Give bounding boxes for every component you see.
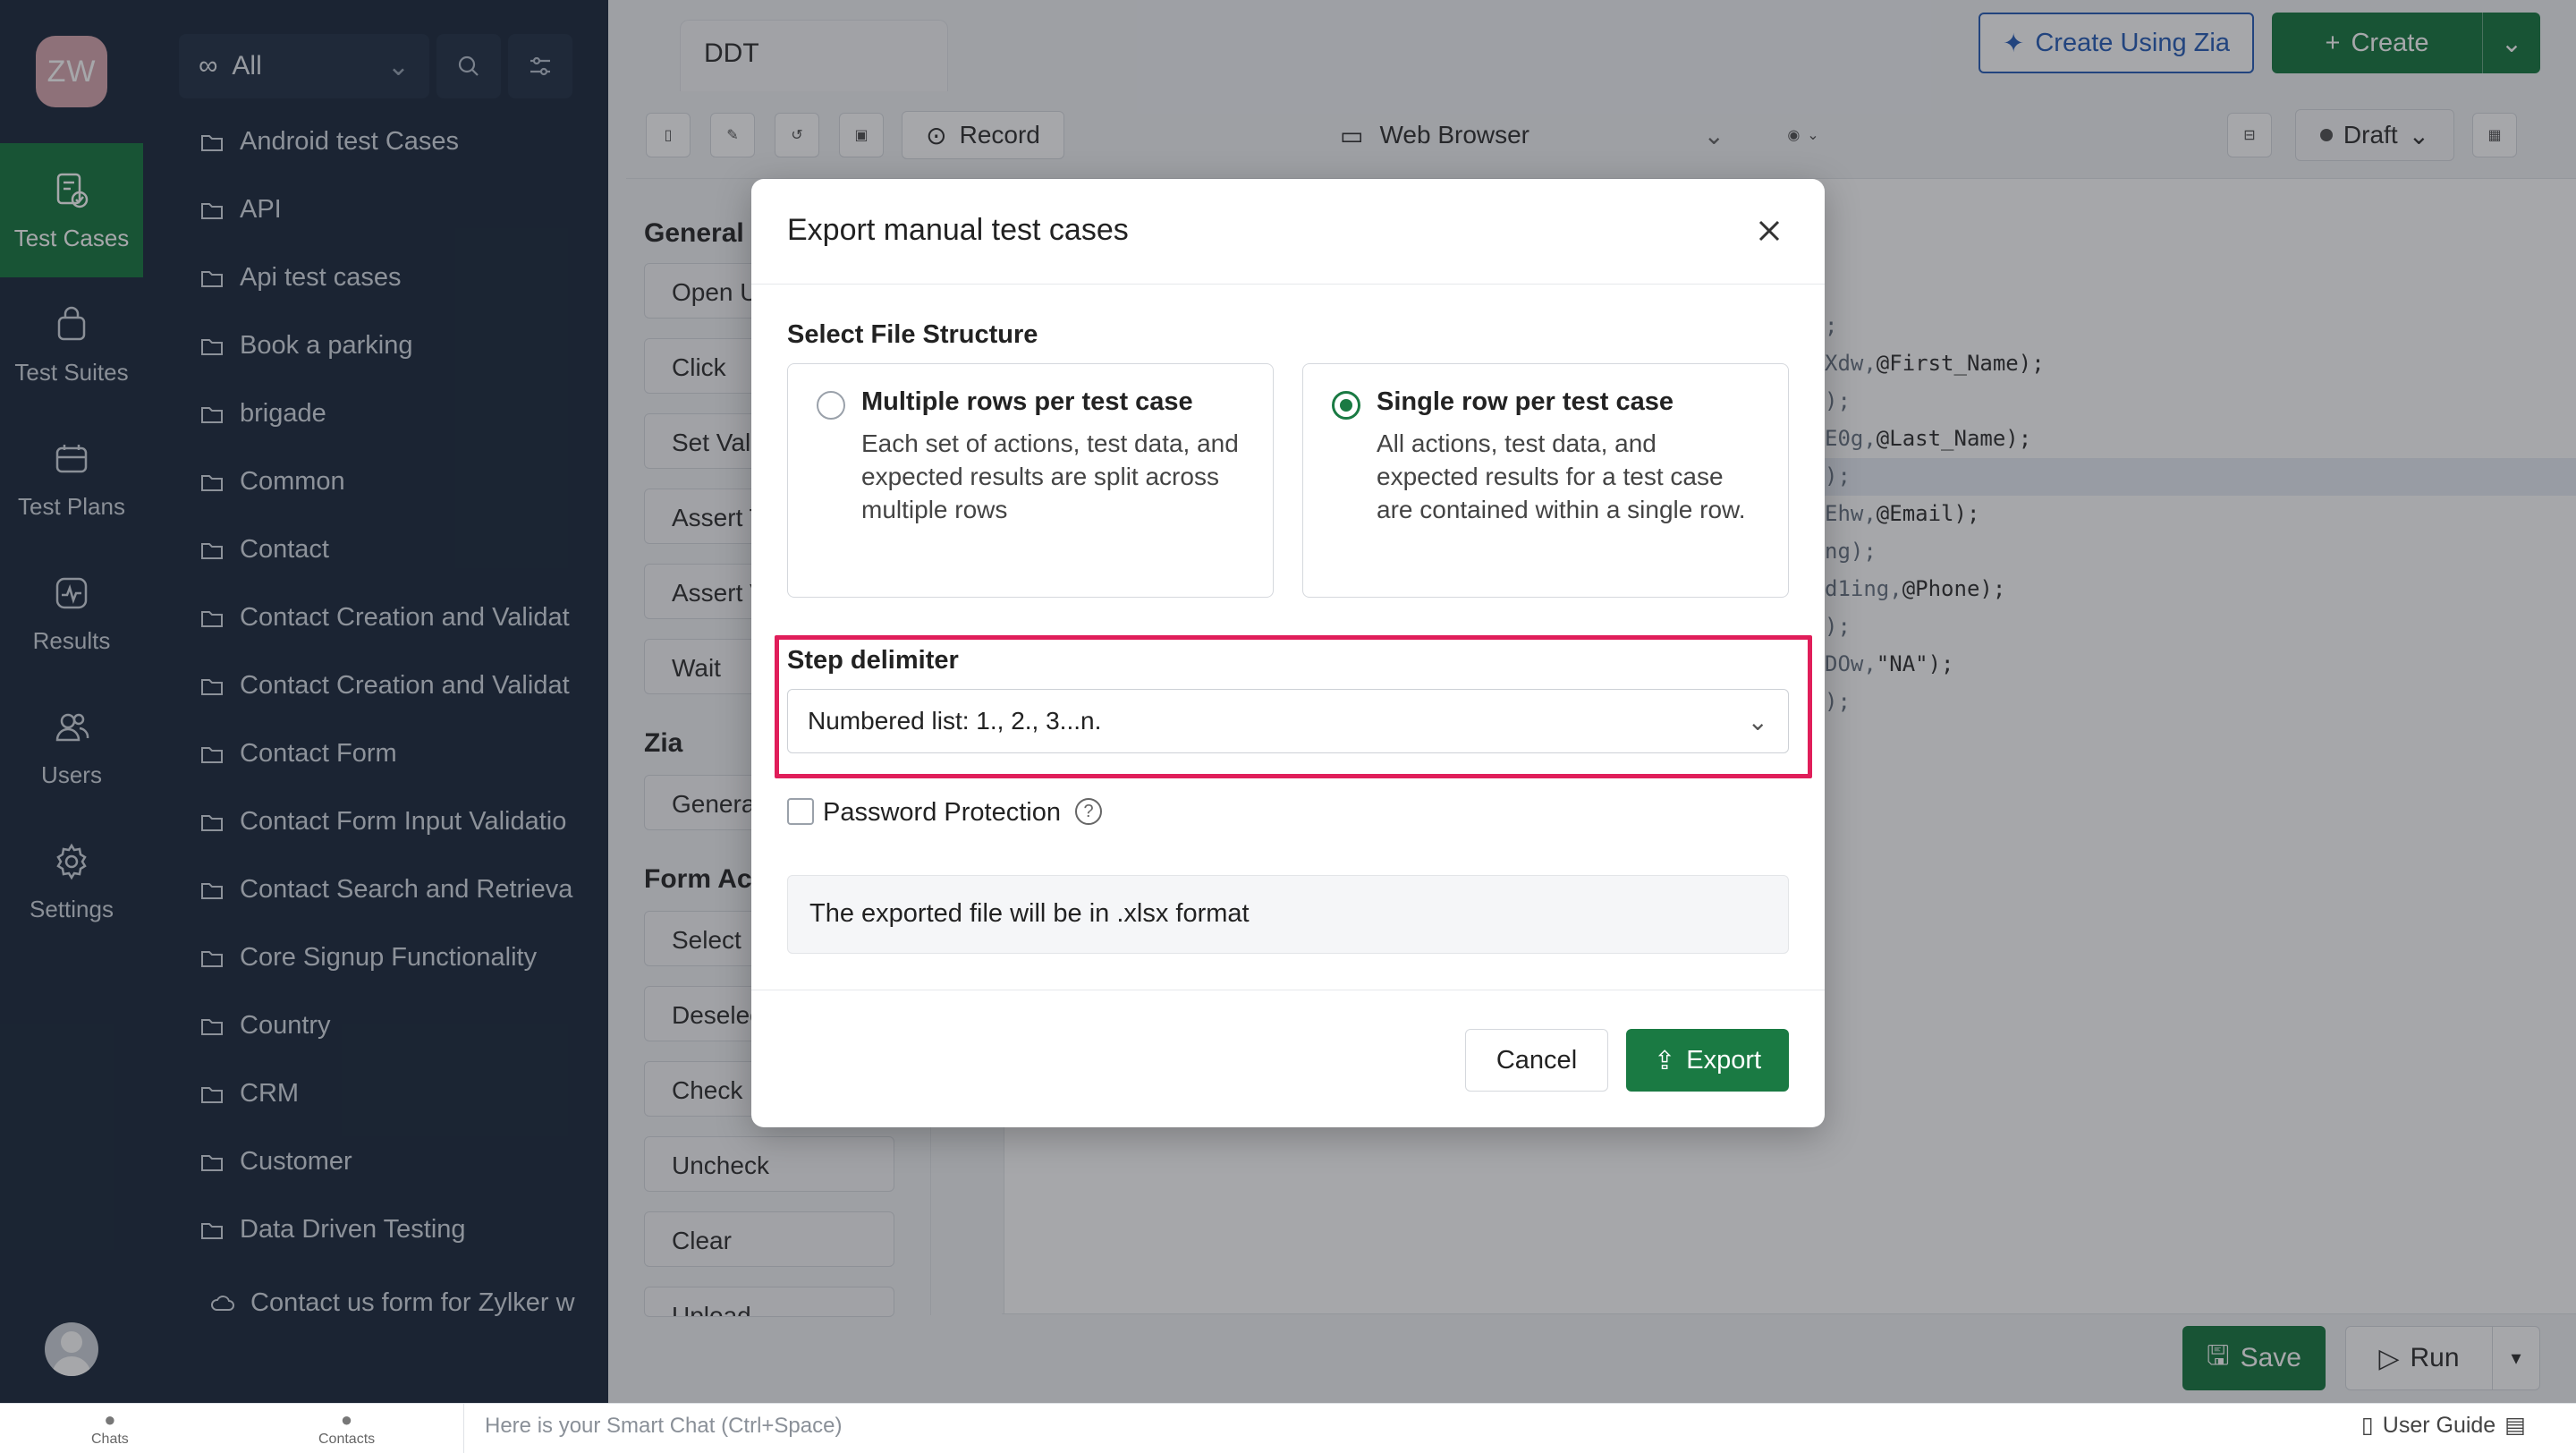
upload-icon: ⇪ [1653, 1046, 1676, 1075]
contact-icon: ● [340, 1408, 353, 1431]
smart-chat-input[interactable]: Here is your Smart Chat (Ctrl+Space) [485, 1414, 842, 1439]
option-title: Single row per test case [1377, 387, 1674, 416]
option-description: Each set of actions, test data, and expe… [861, 429, 1239, 523]
modal-title: Export manual test cases [787, 213, 1129, 247]
user-guide-label: User Guide [2382, 1412, 2496, 1438]
status-bar [0, 1403, 2576, 1453]
step-delimiter-value: Numbered list: 1., 2., 3...n. [808, 707, 1102, 735]
export-button[interactable]: ⇪ Export [1626, 1029, 1789, 1092]
feedback-icon: ▤ [2504, 1413, 2526, 1438]
status-divider [463, 1403, 464, 1453]
radio-single-row[interactable] [1332, 391, 1360, 420]
chats-button[interactable]: ● Chats [91, 1408, 129, 1448]
step-delimiter-label: Step delimiter [787, 646, 959, 675]
chevron-down-icon: ⌄ [1747, 707, 1768, 735]
radio-multiple-rows[interactable] [817, 391, 845, 420]
chats-label: Chats [91, 1432, 129, 1447]
chat-bubble-icon: ● [104, 1408, 116, 1431]
cancel-button[interactable]: Cancel [1465, 1029, 1608, 1092]
option-description: All actions, test data, and expected res… [1377, 429, 1746, 523]
close-icon[interactable] [1751, 213, 1787, 249]
export-label: Export [1686, 1045, 1762, 1075]
export-modal: Export manual test cases Select File Str… [751, 179, 1825, 1127]
contacts-button[interactable]: ● Contacts [318, 1408, 375, 1448]
option-multiple-rows[interactable]: Multiple rows per test case Each set of … [787, 363, 1274, 598]
file-structure-label: Select File Structure [787, 320, 1038, 349]
contacts-label: Contacts [318, 1432, 376, 1447]
password-protection-label: Password Protection [823, 798, 1061, 827]
help-icon[interactable]: ? [1075, 798, 1102, 825]
option-single-row[interactable]: Single row per test case All actions, te… [1302, 363, 1789, 598]
option-title: Multiple rows per test case [861, 387, 1193, 416]
book-icon: ▯ [2361, 1413, 2374, 1438]
password-protection-checkbox[interactable] [787, 798, 814, 825]
step-delimiter-select[interactable]: Numbered list: 1., 2., 3...n. ⌄ [787, 689, 1789, 753]
user-guide-link[interactable]: ▯ User Guide ▤ [2361, 1412, 2526, 1439]
export-format-info: The exported file will be in .xlsx forma… [787, 875, 1789, 954]
